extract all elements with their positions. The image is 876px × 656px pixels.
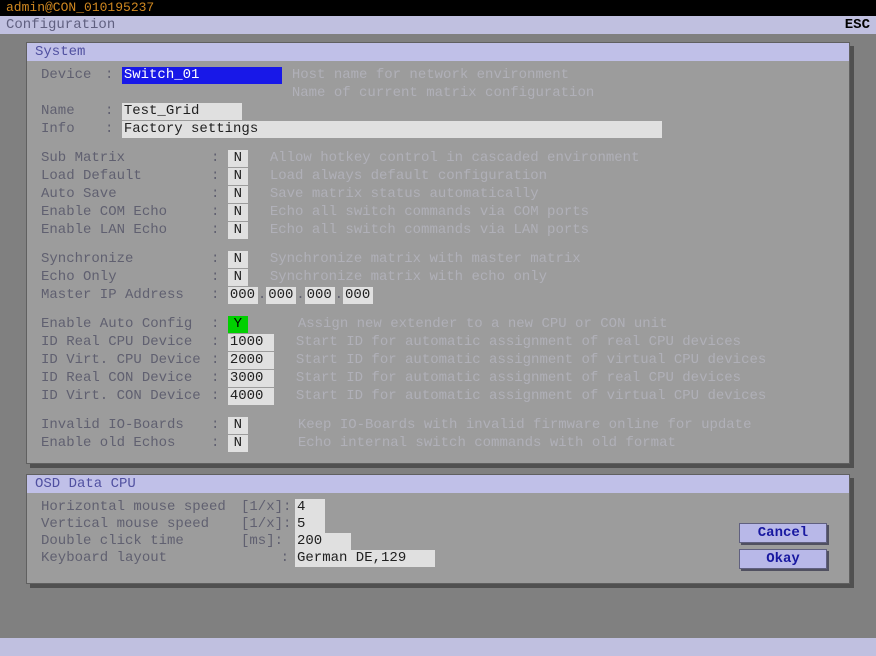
- sync-desc: Synchronize matrix with master matrix: [270, 251, 581, 268]
- vspeed-label: Vertical mouse speed: [41, 516, 241, 533]
- master-ip-c[interactable]: 000: [305, 287, 335, 304]
- vspeed-unit: [1/x]:: [241, 516, 295, 533]
- idvirtcon-desc: Start ID for automatic assignment of vir…: [296, 388, 766, 405]
- dblclick-label: Double click time: [41, 533, 241, 550]
- echoonly-toggle[interactable]: N: [228, 269, 248, 286]
- invalidio-toggle[interactable]: N: [228, 417, 248, 434]
- echoonly-label: Echo Only: [41, 269, 211, 286]
- cancel-button[interactable]: Cancel: [739, 523, 827, 543]
- dblclick-input[interactable]: 200: [295, 533, 351, 550]
- device-desc2: Name of current matrix configuration: [292, 85, 594, 102]
- oldechos-desc: Echo internal switch commands with old f…: [298, 435, 676, 452]
- sync-label: Synchronize: [41, 251, 211, 268]
- oldechos-toggle[interactable]: N: [228, 435, 248, 452]
- info-label: Info: [41, 121, 105, 138]
- info-input[interactable]: Factory settings: [122, 121, 662, 138]
- submatrix-desc: Allow hotkey control in cascaded environ…: [270, 150, 640, 167]
- idvirtcpu-desc: Start ID for automatic assignment of vir…: [296, 352, 766, 369]
- master-ip-a[interactable]: 000: [228, 287, 258, 304]
- loaddef-toggle[interactable]: N: [228, 168, 248, 185]
- master-ip-d[interactable]: 000: [343, 287, 373, 304]
- idvirtcpu-label: ID Virt. CPU Device: [41, 352, 211, 369]
- submatrix-label: Sub Matrix: [41, 150, 211, 167]
- comecho-label: Enable COM Echo: [41, 204, 211, 221]
- osd-panel: OSD Data CPU Horizontal mouse speed [1/x…: [26, 474, 850, 584]
- idvirtcon-label: ID Virt. CON Device: [41, 388, 211, 405]
- submatrix-toggle[interactable]: N: [228, 150, 248, 167]
- idrealcpu-label: ID Real CPU Device: [41, 334, 211, 351]
- esc-key-label[interactable]: ESC: [845, 16, 870, 34]
- main-area: System Device : Switch_01 Host name for …: [0, 34, 876, 638]
- name-label: Name: [41, 103, 105, 120]
- device-desc1: Host name for network environment: [292, 67, 569, 84]
- kblayout-colon: :: [241, 550, 295, 567]
- loaddef-label: Load Default: [41, 168, 211, 185]
- hspeed-unit: [1/x]:: [241, 499, 295, 516]
- dblclick-unit: [ms]:: [241, 533, 295, 550]
- autosave-toggle[interactable]: N: [228, 186, 248, 203]
- user-status-bar: admin@CON_010195237: [0, 0, 876, 16]
- autoconfig-label: Enable Auto Config: [41, 316, 211, 333]
- hspeed-input[interactable]: 4: [295, 499, 325, 516]
- idvirtcpu-input[interactable]: 2000: [228, 352, 274, 369]
- autosave-desc: Save matrix status automatically: [270, 186, 539, 203]
- system-header: System: [27, 43, 849, 61]
- masterip-label: Master IP Address: [41, 287, 211, 304]
- lanecho-desc: Echo all switch commands via LAN ports: [270, 222, 589, 239]
- button-column: Cancel Okay: [739, 523, 827, 569]
- system-panel: System Device : Switch_01 Host name for …: [26, 42, 850, 464]
- autosave-label: Auto Save: [41, 186, 211, 203]
- invalidio-label: Invalid IO-Boards: [41, 417, 211, 434]
- comecho-toggle[interactable]: N: [228, 204, 248, 221]
- invalidio-desc: Keep IO-Boards with invalid firmware onl…: [298, 417, 752, 434]
- device-label: Device: [41, 67, 105, 84]
- echoonly-desc: Synchronize matrix with echo only: [270, 269, 547, 286]
- page-title: Configuration: [6, 16, 115, 34]
- lanecho-toggle[interactable]: N: [228, 222, 248, 239]
- name-input[interactable]: Test_Grid: [122, 103, 242, 120]
- lanecho-label: Enable LAN Echo: [41, 222, 211, 239]
- bottom-bar: [0, 638, 876, 656]
- comecho-desc: Echo all switch commands via COM ports: [270, 204, 589, 221]
- idrealcpu-input[interactable]: 1000: [228, 334, 274, 351]
- autoconfig-toggle[interactable]: Y: [228, 316, 248, 333]
- hspeed-label: Horizontal mouse speed: [41, 499, 241, 516]
- screen: admin@CON_010195237 Configuration ESC Sy…: [0, 0, 876, 656]
- device-input[interactable]: Switch_01: [122, 67, 282, 84]
- autoconfig-desc: Assign new extender to a new CPU or CON …: [298, 316, 668, 333]
- idrealcpu-desc: Start ID for automatic assignment of rea…: [296, 334, 741, 351]
- idvirtcon-input[interactable]: 4000: [228, 388, 274, 405]
- title-bar: Configuration ESC: [0, 16, 876, 34]
- kblayout-input[interactable]: German DE,129: [295, 550, 435, 567]
- osd-header: OSD Data CPU: [27, 475, 849, 493]
- kblayout-label: Keyboard layout: [41, 550, 241, 567]
- vspeed-input[interactable]: 5: [295, 516, 325, 533]
- idrealcon-label: ID Real CON Device: [41, 370, 211, 387]
- idrealcon-desc: Start ID for automatic assignment of rea…: [296, 370, 741, 387]
- sync-toggle[interactable]: N: [228, 251, 248, 268]
- master-ip-b[interactable]: 000: [266, 287, 296, 304]
- okay-button[interactable]: Okay: [739, 549, 827, 569]
- oldechos-label: Enable old Echos: [41, 435, 211, 452]
- user-host-text: admin@CON_010195237: [6, 0, 154, 15]
- idrealcon-input[interactable]: 3000: [228, 370, 274, 387]
- loaddef-desc: Load always default configuration: [270, 168, 547, 185]
